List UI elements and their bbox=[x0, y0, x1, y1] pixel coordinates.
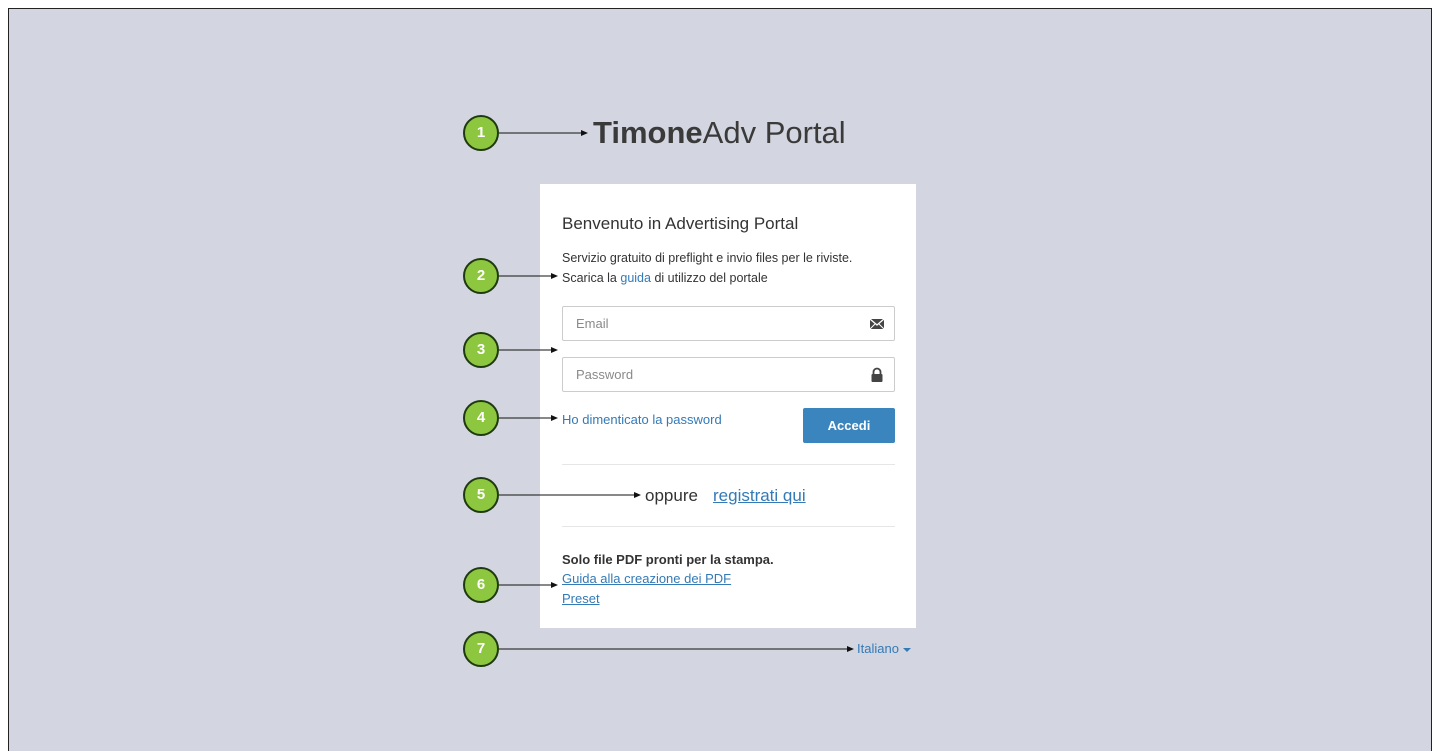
password-field-wrapper bbox=[562, 357, 895, 392]
annotation-badge-1: 1 bbox=[463, 115, 499, 151]
language-label: Italiano bbox=[857, 641, 899, 656]
forgot-password-link[interactable]: Ho dimenticato la password bbox=[562, 412, 722, 427]
or-label: oppure bbox=[645, 486, 698, 505]
password-input[interactable] bbox=[563, 358, 853, 391]
welcome-title: Benvenuto in Advertising Portal bbox=[562, 214, 799, 233]
language-selector[interactable]: Italiano bbox=[857, 641, 911, 656]
welcome-description: Servizio gratuito di preflight e invio f… bbox=[562, 248, 902, 288]
annotation-badge-5: 5 bbox=[463, 477, 499, 513]
annotation-badge-4: 4 bbox=[463, 400, 499, 436]
divider bbox=[562, 526, 895, 527]
annotation-badge-2: 2 bbox=[463, 258, 499, 294]
divider bbox=[562, 464, 895, 465]
annotation-badge-7: 7 bbox=[463, 631, 499, 667]
preset-link[interactable]: Preset bbox=[562, 591, 600, 606]
pdf-guide-link[interactable]: Guida alla creazione dei PDF bbox=[562, 571, 731, 586]
envelope-icon bbox=[869, 318, 885, 330]
app-logo: TimoneAdv Portal bbox=[593, 112, 846, 154]
lock-icon bbox=[871, 367, 883, 382]
guide-link[interactable]: guida bbox=[620, 271, 651, 285]
annotation-badge-3: 3 bbox=[463, 332, 499, 368]
description-suffix: di utilizzo del portale bbox=[654, 271, 768, 285]
pdf-notice: Solo file PDF pronti per la stampa. bbox=[562, 552, 774, 567]
description-prefix: Scarica la bbox=[562, 271, 617, 285]
description-line-2: Scarica la guida di utilizzo del portale bbox=[562, 268, 902, 288]
email-input[interactable] bbox=[563, 307, 853, 340]
logo-light: Adv Portal bbox=[702, 115, 846, 150]
annotation-badge-6: 6 bbox=[463, 567, 499, 603]
login-card: Benvenuto in Advertising Portal Servizio… bbox=[540, 184, 916, 628]
description-line-1: Servizio gratuito di preflight e invio f… bbox=[562, 251, 853, 265]
logo-bold: Timone bbox=[593, 115, 703, 150]
register-link[interactable]: registrati qui bbox=[713, 486, 806, 506]
login-button[interactable]: Accedi bbox=[803, 408, 895, 443]
caret-down-icon bbox=[902, 647, 911, 652]
email-field-wrapper bbox=[562, 306, 895, 341]
